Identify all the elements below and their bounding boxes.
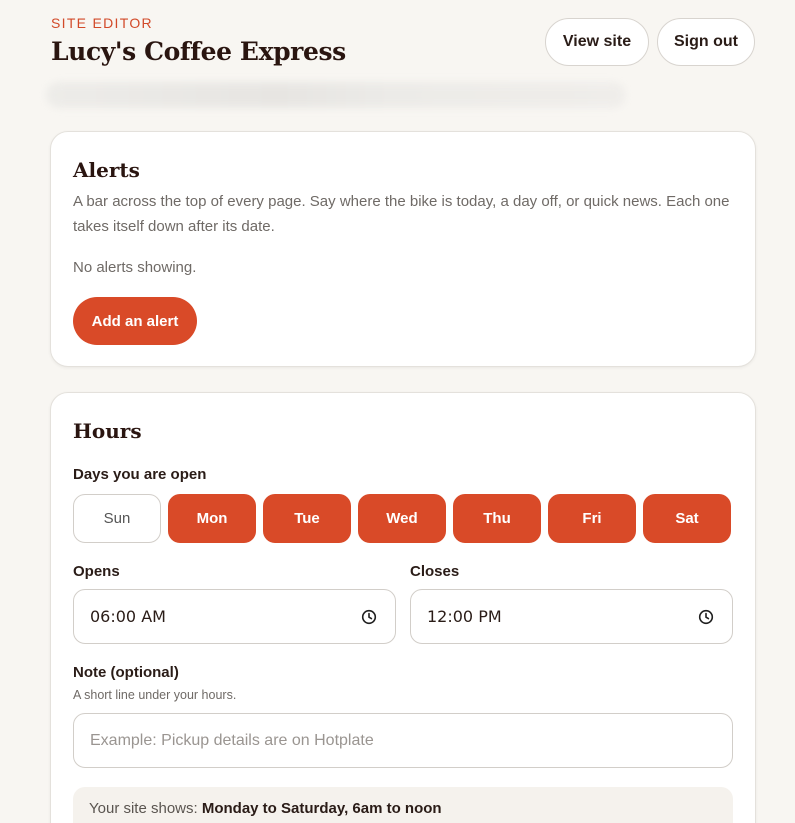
- page-title: Lucy's Coffee Express: [51, 37, 346, 66]
- eyebrow-label: SITE EDITOR: [51, 15, 153, 31]
- view-site-button[interactable]: View site: [545, 18, 649, 66]
- closes-label: Closes: [410, 563, 460, 580]
- day-toggle[interactable]: Wed: [358, 494, 446, 543]
- alerts-empty-text: No alerts showing.: [73, 259, 197, 276]
- alerts-description: A bar across the top of every page. Say …: [73, 193, 730, 235]
- hours-card: Hours Days you are open Sun Mon Tue Wed …: [50, 392, 756, 823]
- closes-time-input[interactable]: 12:00 PM: [410, 589, 733, 644]
- closes-time-value: 12:00 PM: [427, 607, 502, 626]
- day-toggle[interactable]: Fri: [548, 494, 636, 543]
- preview-value: Monday to Saturday, 6am to noon: [201, 800, 442, 817]
- note-label: Note (optional): [73, 664, 179, 681]
- hours-preview: Your site shows: Monday to Saturday, 6am…: [73, 787, 733, 823]
- opens-time-value: 06:00 AM: [90, 607, 166, 626]
- add-alert-button[interactable]: Add an alert: [73, 297, 197, 345]
- sign-out-button[interactable]: Sign out: [657, 18, 755, 66]
- day-toggle[interactable]: Mon: [168, 494, 256, 543]
- opens-label: Opens: [73, 563, 120, 580]
- day-toggle[interactable]: Sun: [73, 494, 161, 543]
- hours-title: Hours: [73, 419, 142, 443]
- day-toggle[interactable]: Thu: [453, 494, 541, 543]
- opens-time-input[interactable]: 06:00 AM: [73, 589, 396, 644]
- preview-prefix: Your site shows:: [89, 800, 202, 817]
- alerts-title: Alerts: [73, 158, 140, 182]
- day-toggle[interactable]: Sat: [643, 494, 731, 543]
- note-input[interactable]: [73, 713, 733, 768]
- alerts-card: Alerts A bar across the top of every pag…: [50, 131, 756, 367]
- day-toggle[interactable]: Tue: [263, 494, 351, 543]
- blurred-subtitle: [46, 82, 626, 108]
- note-hint: A short line under your hours.: [73, 688, 237, 702]
- clock-icon[interactable]: [698, 609, 714, 625]
- clock-icon[interactable]: [361, 609, 377, 625]
- page-header: SITE EDITOR Lucy's Coffee Express: [51, 15, 346, 66]
- days-open-label: Days you are open: [73, 466, 207, 483]
- day-toggle-group: Sun Mon Tue Wed Thu Fri Sat: [73, 494, 731, 543]
